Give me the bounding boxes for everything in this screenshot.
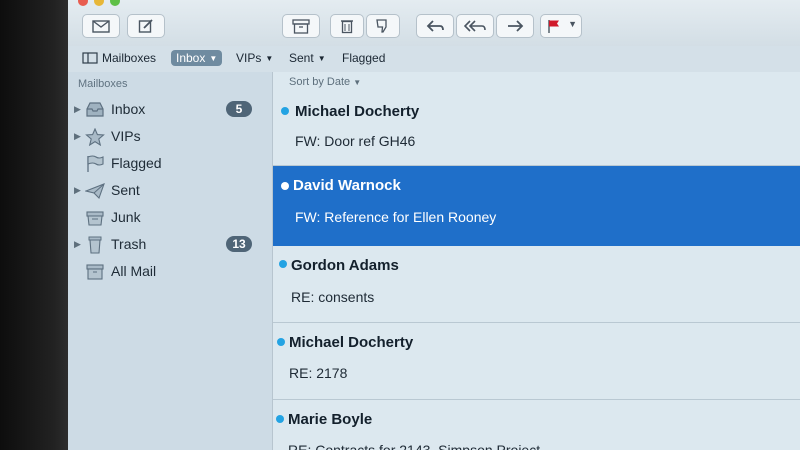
sidebar-item-sent[interactable]: ▶ Sent [68, 179, 272, 203]
unread-count-badge: 5 [226, 101, 252, 117]
close-window-button[interactable] [78, 0, 88, 6]
sort-by-button[interactable]: Sort by Date ▼ [289, 76, 361, 88]
mail-window: ▼ Mailboxes Inbox ▼ VIPs ▼ Sent ▼ Flagge… [68, 0, 800, 450]
envelope-icon [92, 19, 110, 33]
archive-box-icon [86, 264, 104, 280]
thumbs-down-icon [376, 19, 387, 33]
trash-icon [88, 236, 102, 254]
fav-sent-button[interactable]: Sent ▼ [289, 51, 326, 65]
sidebar-item-label: Trash [111, 236, 147, 252]
sidebar-item-inbox[interactable]: ▶ Inbox 5 [68, 98, 272, 122]
chevron-down-icon: ▼ [265, 53, 274, 63]
disclosure-triangle-icon[interactable]: ▶ [74, 104, 81, 115]
fav-flagged-button[interactable]: Flagged [342, 51, 385, 65]
flag-menu-chevron-icon[interactable]: ▼ [568, 19, 577, 29]
sidebar-item-trash[interactable]: ▶ Trash 13 [68, 233, 272, 257]
message-row[interactable]: Gordon Adams RE: consents [273, 246, 800, 323]
unread-dot-icon [276, 415, 284, 423]
junk-box-icon [86, 211, 104, 226]
reply-button[interactable] [416, 14, 454, 38]
sidebar-item-all-mail[interactable]: All Mail [68, 260, 272, 284]
sidebar-item-label: Junk [111, 209, 141, 225]
sidebar-item-label: VIPs [111, 128, 141, 144]
unread-dot-icon [279, 260, 287, 268]
forward-arrow-icon [508, 20, 524, 32]
message-subject: RE: 2178 [289, 365, 348, 381]
toolbar: ▼ [68, 0, 800, 47]
disclosure-triangle-icon[interactable]: ▶ [74, 185, 81, 196]
message-row[interactable]: Michael Docherty RE: 2178 [273, 323, 800, 400]
reply-all-icon [464, 20, 486, 32]
reply-icon [426, 20, 444, 32]
disclosure-triangle-icon[interactable]: ▶ [74, 131, 81, 142]
fav-inbox-button[interactable]: Inbox ▼ [171, 50, 223, 66]
flag-icon [87, 155, 104, 172]
fav-flagged-label: Flagged [342, 51, 386, 65]
message-sender: Michael Docherty [295, 103, 420, 120]
fav-mailboxes-label: Mailboxes [102, 51, 157, 65]
junk-button[interactable] [366, 14, 400, 38]
zoom-window-button[interactable] [110, 0, 120, 6]
chevron-down-icon: ▼ [209, 53, 218, 63]
unread-dot-icon [281, 182, 289, 190]
inbox-tray-icon [86, 102, 104, 117]
message-sender: Michael Docherty [289, 334, 414, 351]
fav-mailboxes-button[interactable]: Mailboxes [82, 51, 156, 65]
fav-sent-label: Sent [289, 51, 314, 65]
sidebar-item-label: Sent [111, 182, 140, 198]
chevron-down-icon: ▼ [353, 78, 362, 87]
message-list: Sort by Date ▼ Michael Docherty FW: Door… [273, 72, 800, 450]
sidebar-item-label: Inbox [111, 101, 146, 117]
sidebar-item-vips[interactable]: ▶ VIPs [68, 125, 272, 149]
sidebar-item-flagged[interactable]: Flagged [68, 152, 272, 176]
compose-button[interactable] [127, 14, 165, 38]
monitor-bezel [0, 0, 68, 450]
compose-icon [138, 19, 153, 33]
disclosure-triangle-icon[interactable]: ▶ [74, 239, 81, 250]
message-subject: RE: Contracts for 2143, Simpson Project [288, 442, 541, 450]
sidebar-header: Mailboxes [78, 78, 128, 90]
sort-by-label: Sort by Date [289, 76, 351, 88]
unread-dot-icon [277, 338, 285, 346]
paper-plane-icon [85, 183, 105, 200]
chevron-down-icon: ▼ [317, 53, 326, 63]
fav-vips-button[interactable]: VIPs ▼ [236, 51, 273, 65]
fav-vips-label: VIPs [236, 51, 262, 65]
message-row[interactable]: Michael Docherty FW: Door ref GH46 [273, 92, 800, 166]
message-subject: RE: consents [291, 289, 375, 305]
minimize-window-button[interactable] [94, 0, 104, 6]
archive-button[interactable] [282, 14, 320, 38]
sidebar-item-junk[interactable]: Junk [68, 206, 272, 230]
unread-count-badge: 13 [226, 236, 252, 252]
message-subject: FW: Door ref GH46 [295, 133, 416, 149]
unread-dot-icon [281, 107, 289, 115]
star-icon [85, 128, 105, 146]
delete-button[interactable] [330, 14, 364, 38]
message-sender: David Warnock [293, 177, 401, 194]
flag-icon [548, 19, 559, 33]
sidebar-toggle-icon [82, 52, 98, 64]
archive-icon [292, 18, 310, 34]
favorites-bar: Mailboxes Inbox ▼ VIPs ▼ Sent ▼ Flagged [68, 46, 800, 73]
get-mail-button[interactable] [82, 14, 120, 38]
message-sender: Marie Boyle [288, 411, 373, 428]
trash-icon [341, 20, 353, 34]
message-row-selected[interactable]: David Warnock FW: Reference for Ellen Ro… [273, 166, 800, 246]
fav-inbox-label: Inbox [176, 51, 206, 65]
sidebar-item-label: Flagged [111, 155, 162, 171]
sidebar-item-label: All Mail [111, 263, 157, 279]
message-subject: FW: Reference for Ellen Rooney [295, 209, 497, 225]
forward-button[interactable] [496, 14, 534, 38]
flag-button[interactable]: ▼ [540, 14, 582, 38]
message-row[interactable]: Marie Boyle RE: Contracts for 2143, Simp… [273, 400, 800, 450]
message-sender: Gordon Adams [291, 257, 399, 274]
reply-all-button[interactable] [456, 14, 494, 38]
mailbox-sidebar: Mailboxes ▶ Inbox 5 ▶ VIPs Flagged ▶ Sen… [68, 72, 273, 450]
